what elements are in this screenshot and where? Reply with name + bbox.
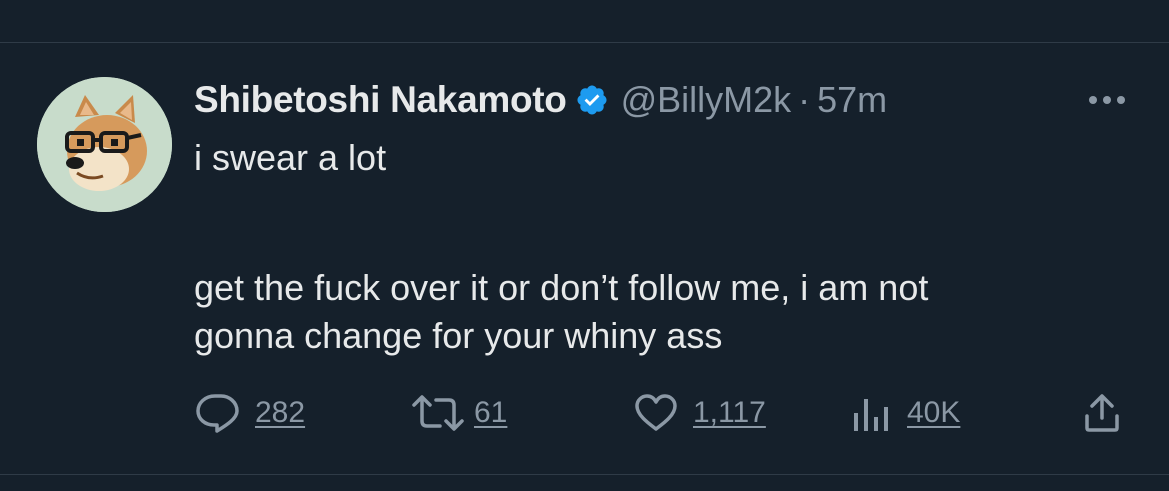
top-divider bbox=[0, 42, 1169, 43]
reply-icon bbox=[196, 394, 239, 433]
reply-button[interactable]: 282 bbox=[195, 390, 305, 436]
reply-count[interactable]: 282 bbox=[255, 396, 305, 430]
more-options-button[interactable] bbox=[1083, 88, 1131, 112]
bottom-divider bbox=[0, 474, 1169, 475]
author-display-name[interactable]: Shibetoshi Nakamoto bbox=[194, 79, 567, 121]
tweet-text-line: i swear a lot bbox=[194, 137, 387, 178]
share-button[interactable] bbox=[1082, 390, 1122, 436]
avatar[interactable] bbox=[37, 77, 172, 212]
like-count[interactable]: 1,117 bbox=[693, 396, 766, 430]
tweet-actions: 282 61 1,117 40K bbox=[0, 390, 1169, 436]
like-button[interactable]: 1,117 bbox=[633, 390, 766, 436]
tweet-header: Shibetoshi Nakamoto @BillyM2k · 57m bbox=[194, 74, 887, 126]
verified-badge-icon[interactable] bbox=[575, 83, 609, 117]
views-count[interactable]: 40K bbox=[907, 396, 960, 430]
timestamp[interactable]: 57m bbox=[817, 79, 887, 121]
retweet-count[interactable]: 61 bbox=[474, 396, 507, 430]
heart-icon bbox=[635, 394, 677, 431]
retweet-icon bbox=[412, 395, 464, 431]
doge-avatar-icon bbox=[37, 77, 172, 212]
author-handle[interactable]: @BillyM2k bbox=[621, 79, 792, 121]
tweet-text: i swear a lot get the fuck over it or do… bbox=[194, 134, 1154, 360]
tweet-text-line: get the fuck over it or don’t follow me,… bbox=[194, 267, 929, 308]
separator-dot: · bbox=[798, 79, 811, 120]
views-button[interactable]: 40K bbox=[849, 390, 960, 436]
more-options-icon bbox=[1089, 96, 1125, 104]
share-icon bbox=[1085, 394, 1119, 432]
tweet-text-line: gonna change for your whiny ass bbox=[194, 315, 723, 356]
views-icon bbox=[854, 399, 888, 431]
retweet-button[interactable]: 61 bbox=[410, 390, 507, 436]
